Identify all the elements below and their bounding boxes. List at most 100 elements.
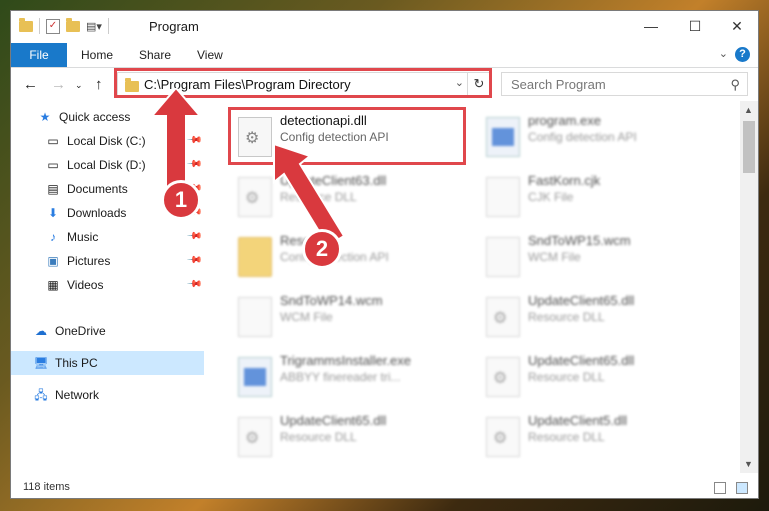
file-item[interactable]: UpdateClient65.dll Resource DLL — [478, 349, 718, 401]
file-name: UpdateClient5.dll — [528, 413, 628, 428]
sidebar-item-label: Documents — [67, 182, 128, 196]
dll-file-icon — [486, 417, 520, 457]
dll-file-icon — [238, 177, 272, 217]
scrollbar-thumb[interactable] — [743, 121, 755, 173]
recent-locations-chevron-icon[interactable]: ⌄ — [75, 80, 83, 91]
file-name: SndToWP14.wcm — [280, 293, 383, 308]
file-description: Config detection API — [528, 130, 637, 144]
drive-icon: ▭ — [47, 158, 59, 172]
title-bar: ✓ ▤▾ Program — ☐ ✕ — [11, 11, 758, 43]
search-input[interactable]: Search Program ⚲ — [501, 72, 748, 96]
computer-icon: 🖥 — [33, 356, 49, 370]
maximize-button[interactable]: ☐ — [673, 11, 717, 41]
close-button[interactable]: ✕ — [715, 11, 758, 41]
sidebar-item-this-pc[interactable]: 🖥 This PC — [11, 351, 204, 375]
sidebar-item-label: Network — [55, 388, 100, 402]
videos-icon: ▦ — [47, 278, 59, 292]
quick-access-toolbar: ✓ ▤▾ — [19, 17, 109, 34]
file-description: Resource DLL — [528, 430, 605, 444]
music-icon: ♪ — [50, 230, 56, 244]
file-description: Resource DLL — [280, 430, 357, 444]
downloads-icon: ⬇ — [47, 206, 59, 220]
vertical-scrollbar[interactable]: ▲ ▼ — [740, 101, 758, 473]
search-placeholder: Search Program — [511, 77, 606, 92]
file-name: UpdateClient65.dll — [280, 413, 387, 428]
sidebar-item-label: Downloads — [67, 206, 127, 220]
star-icon: ★ — [39, 110, 51, 124]
sidebar-item-music[interactable]: ♪ Music 📌 — [11, 225, 204, 249]
file-description: WCM File — [280, 310, 333, 324]
file-name: SndToWP15.wcm — [528, 233, 631, 248]
dll-file-icon — [486, 357, 520, 397]
document-file-icon — [238, 297, 272, 337]
file-name: FastKorn.cjk — [528, 173, 601, 188]
file-description: Resource DLL — [528, 370, 605, 384]
file-name: UpdateClient65.dll — [528, 353, 635, 368]
cloud-icon: ☁ — [35, 324, 47, 338]
search-icon[interactable]: ⚲ — [730, 77, 740, 93]
sidebar-item-label: Music — [67, 230, 99, 244]
dll-file-icon — [238, 417, 272, 457]
sidebar-item-label: Pictures — [67, 254, 111, 268]
tab-file[interactable]: File — [11, 43, 67, 67]
pictures-icon: ▣ — [47, 254, 59, 268]
step-badge-2: 2 — [302, 229, 342, 269]
tab-share[interactable]: Share — [139, 48, 171, 62]
sidebar-item-videos[interactable]: ▦ Videos 📌 — [11, 273, 204, 297]
file-item[interactable]: UpdateClient5.dll Resource DLL — [478, 409, 718, 461]
sidebar-item-label: Local Disk (C:) — [67, 134, 146, 148]
file-item[interactable]: UpdateClient63.dll Resource DLL — [230, 169, 470, 221]
expand-ribbon-icon[interactable]: ⌄ — [719, 47, 728, 60]
file-name: TrigrammsInstaller.exe — [280, 353, 411, 368]
help-icon[interactable]: ? — [735, 47, 750, 62]
tab-view[interactable]: View — [197, 48, 223, 62]
item-count: 118 items — [23, 481, 70, 493]
window-title: Program — [149, 19, 199, 34]
file-name: UpdateClient65.dll — [528, 293, 635, 308]
drive-icon: ▭ — [47, 134, 59, 148]
ribbon-tabs: File Home Share View ⌄ ? — [11, 43, 758, 68]
file-item[interactable]: UpdateClient65.dll Resource DLL — [230, 409, 470, 461]
folder-icon — [19, 17, 33, 32]
sidebar-item-pictures[interactable]: ▣ Pictures 📌 — [11, 249, 204, 273]
details-view-icon[interactable] — [714, 482, 726, 494]
sidebar-item-network[interactable]: 🖧 Network — [11, 383, 204, 407]
file-description: WCM File — [528, 250, 581, 264]
pin-icon[interactable]: 📌 — [185, 228, 202, 245]
divider — [107, 18, 109, 34]
sidebar-item-label: OneDrive — [55, 324, 106, 338]
folder-icon — [238, 237, 272, 277]
document-file-icon — [486, 237, 520, 277]
document-file-icon — [486, 177, 520, 217]
forward-arrow-icon[interactable]: → — [51, 76, 66, 93]
properties-icon[interactable]: ✓ — [46, 18, 60, 34]
sidebar-item-onedrive[interactable]: ☁ OneDrive — [11, 319, 204, 343]
file-item[interactable]: SndToWP14.wcm WCM File — [230, 289, 470, 341]
file-item[interactable]: SndToWP15.wcm WCM File — [478, 229, 718, 281]
file-description: Resource DLL — [528, 310, 605, 324]
file-description: ABBYY finereader tri... — [280, 370, 401, 384]
new-folder-icon[interactable] — [66, 17, 80, 32]
back-arrow-icon[interactable]: ← — [23, 76, 38, 93]
scroll-down-icon[interactable]: ▼ — [744, 459, 753, 469]
file-item[interactable]: TrigrammsInstaller.exe ABBYY finereader … — [230, 349, 470, 401]
tab-home[interactable]: Home — [81, 48, 113, 62]
file-name: program.exe — [528, 113, 601, 128]
pin-icon[interactable]: 📌 — [185, 252, 202, 269]
divider — [39, 18, 40, 34]
file-item[interactable]: program.exe Config detection API — [478, 109, 718, 161]
pin-icon[interactable]: 📌 — [185, 276, 202, 293]
documents-icon: ▤ — [47, 182, 59, 196]
status-bar: 118 items — [11, 477, 758, 498]
file-item[interactable]: FastKorn.cjk CJK File — [478, 169, 718, 221]
large-icons-view-icon[interactable] — [736, 482, 748, 494]
sidebar-item-label: Local Disk (D:) — [67, 158, 146, 172]
scroll-up-icon[interactable]: ▲ — [744, 105, 753, 115]
minimize-button[interactable]: — — [629, 11, 673, 41]
customize-toolbar-icon[interactable]: ▤▾ — [86, 20, 102, 33]
file-item[interactable]: Resource Config detection API — [230, 229, 470, 281]
up-arrow-icon[interactable]: ↑ — [95, 76, 103, 93]
sidebar-item-label: Quick access — [59, 110, 131, 124]
file-item[interactable]: UpdateClient65.dll Resource DLL — [478, 289, 718, 341]
file-description: CJK File — [528, 190, 574, 204]
